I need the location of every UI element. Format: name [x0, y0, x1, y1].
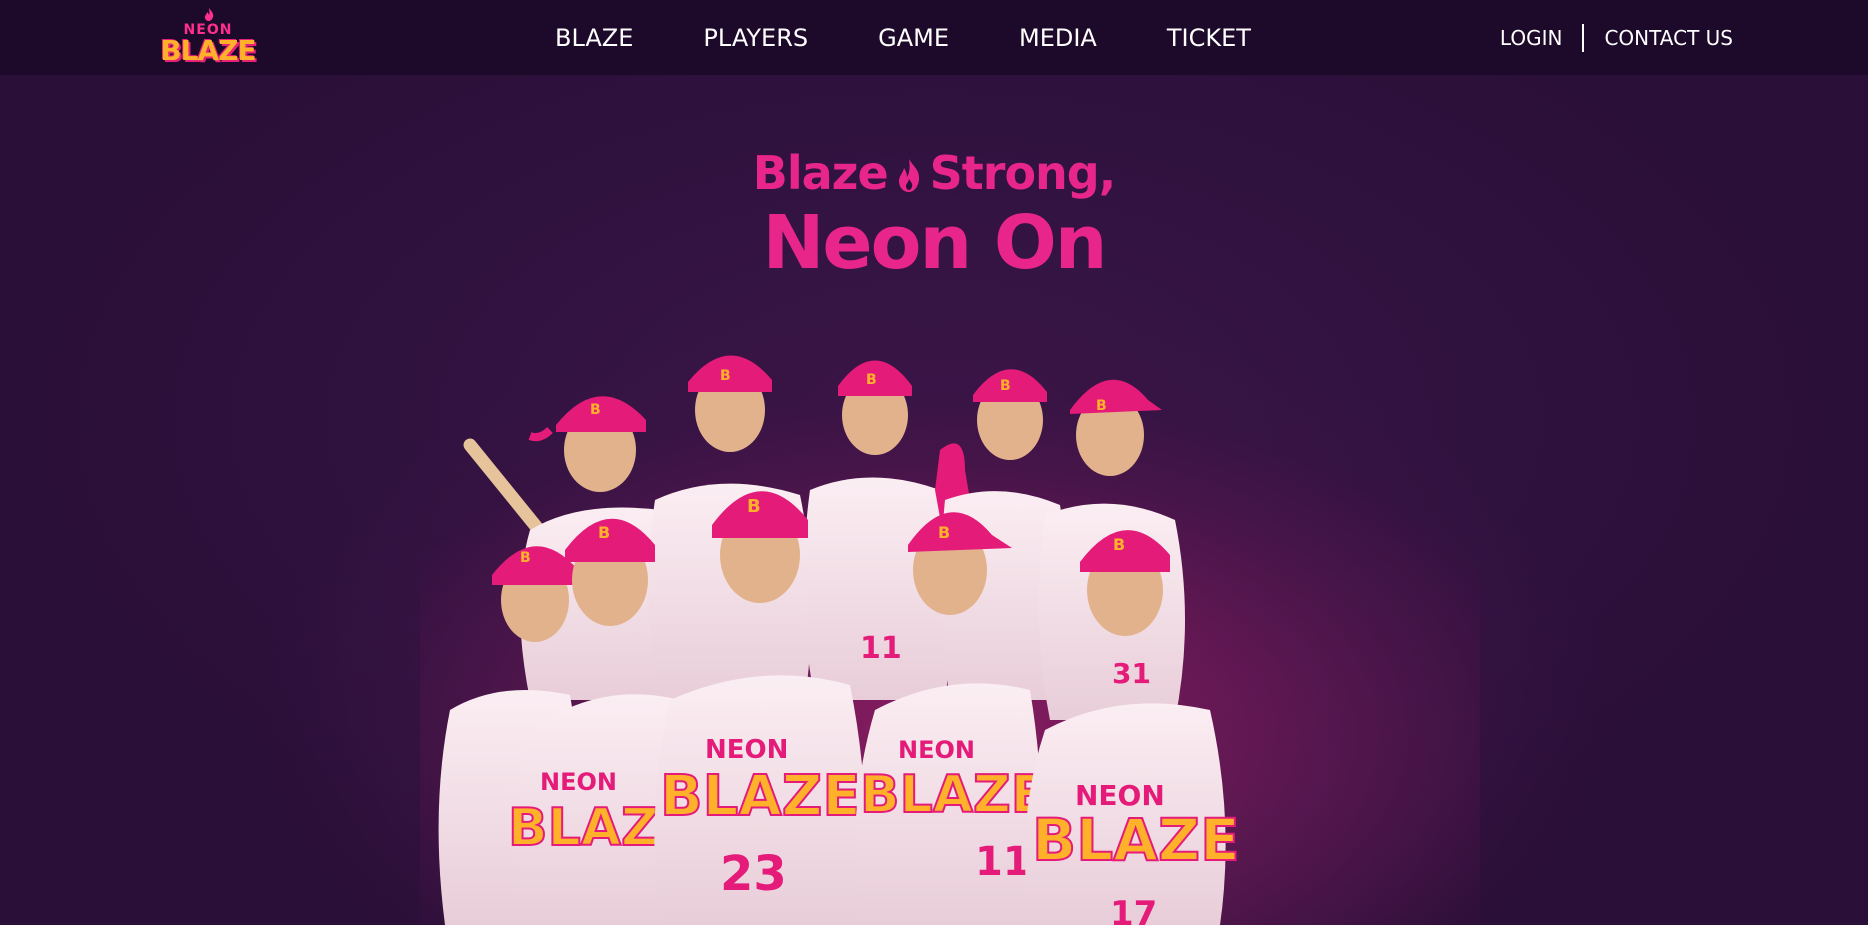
main-menu: BLAZE PLAYERS GAME MEDIA TICKET: [555, 0, 1286, 75]
flame-icon: [205, 8, 214, 21]
jersey-neon-text: NEON: [898, 736, 975, 764]
nav-game[interactable]: GAME: [843, 24, 984, 52]
jersey-blaze-text: BLAZE: [660, 764, 861, 829]
jersey-number: 23: [720, 846, 787, 902]
jersey-number: 11: [975, 839, 1031, 885]
neon-blaze-logo[interactable]: NEON BLAZE: [158, 8, 258, 66]
nav-players[interactable]: PLAYERS: [668, 24, 843, 52]
cap-letter: B: [747, 496, 761, 517]
jersey-blaze-text: BLAZE: [860, 765, 1046, 825]
login-link[interactable]: LOGIN: [1500, 26, 1563, 50]
page: NEON BLAZE BLAZE PLAYERS GAME MEDIA TICK…: [0, 0, 1868, 925]
cap-letter: B: [866, 372, 877, 388]
jersey-blaze-text: BLAZE: [1032, 806, 1240, 874]
cap-letter: B: [598, 523, 610, 542]
jersey-neon-text: NEON: [705, 735, 788, 765]
utility-divider: [1582, 23, 1585, 52]
nav-blaze[interactable]: BLAZE: [555, 24, 668, 52]
hero-headline: Blaze Strong, Neon On: [0, 145, 1868, 285]
cap-letter: B: [1000, 378, 1011, 394]
team-photo: B B B 11 B B 31 B B NEON BLAZE B NEON BL…: [420, 340, 1480, 925]
jersey-neon-text: NEON: [540, 768, 617, 796]
fire-icon: [898, 159, 919, 192]
utility-links: LOGIN CONTACT US: [1500, 0, 1733, 75]
top-navbar: NEON BLAZE BLAZE PLAYERS GAME MEDIA TICK…: [0, 0, 1868, 75]
headline-line-2: Neon On: [762, 200, 1108, 286]
cap-letter: B: [1113, 535, 1125, 554]
contact-us-link[interactable]: CONTACT US: [1604, 26, 1733, 50]
headline-strong-word: Strong,: [929, 146, 1117, 200]
cap-letter: B: [590, 402, 601, 418]
nav-ticket[interactable]: TICKET: [1132, 24, 1286, 52]
headline-blaze-word: Blaze: [752, 146, 889, 200]
cap-letter: B: [520, 550, 531, 566]
cap-letter: B: [720, 368, 731, 384]
jersey-number: 17: [1110, 894, 1157, 925]
cap-letter: B: [1096, 398, 1107, 414]
cap-letter: B: [938, 523, 950, 542]
headline-line-1: Blaze Strong,: [0, 145, 1868, 201]
logo-blaze-text: BLAZE: [160, 34, 256, 67]
team-illustration: B B B 11 B B 31 B B NEON BLAZE B NEON BL…: [420, 340, 1480, 925]
jersey-number: 31: [1112, 657, 1151, 690]
jersey-number: 11: [860, 631, 902, 666]
nav-media[interactable]: MEDIA: [984, 24, 1132, 52]
